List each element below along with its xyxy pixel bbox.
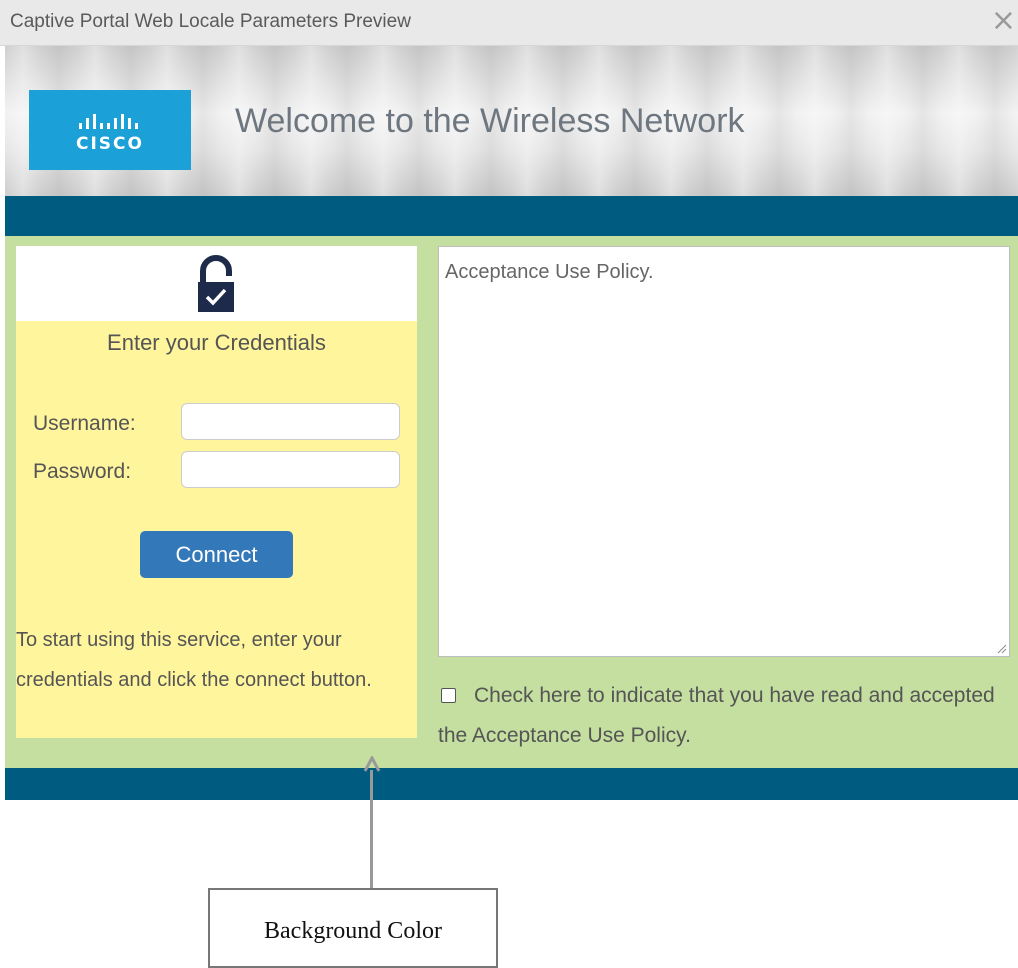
password-label: Password: <box>33 460 132 483</box>
login-panel: Enter your Credentials Username: Passwor… <box>16 246 417 738</box>
accept-policy-row: Check here to indicate that you have rea… <box>438 676 998 756</box>
close-icon[interactable]: × <box>991 6 1016 36</box>
accept-label: Check here to indicate that you have rea… <box>438 684 995 747</box>
welcome-heading: Welcome to the Wireless Network <box>235 102 745 140</box>
window-title: Captive Portal Web Locale Parameters Pre… <box>10 11 411 32</box>
cisco-bars-icon <box>79 114 138 129</box>
annotation-line <box>370 770 373 888</box>
content-area: Enter your Credentials Username: Passwor… <box>5 236 1018 768</box>
policy-textarea[interactable]: Acceptance Use Policy. <box>438 246 1010 657</box>
username-input[interactable] <box>181 403 400 440</box>
cisco-wordmark: CISCO <box>76 134 144 154</box>
top-band <box>5 196 1018 236</box>
password-input[interactable] <box>181 451 400 488</box>
login-instructions: To start using this service, enter your … <box>16 629 372 691</box>
annotation-label: Background Color <box>264 918 442 944</box>
portal-page: CISCO Welcome to the Wireless Network En… <box>5 46 1018 800</box>
credentials-heading: Enter your Credentials <box>107 330 326 355</box>
lock-banner <box>16 246 417 321</box>
bottom-band <box>5 768 1018 800</box>
padlock-check-icon <box>198 255 234 312</box>
annotation-callout: Background Color <box>208 888 498 968</box>
title-bar: Captive Portal Web Locale Parameters Pre… <box>0 0 1018 46</box>
accept-checkbox[interactable] <box>441 688 456 703</box>
connect-button[interactable]: Connect <box>140 531 293 578</box>
portal-header: CISCO Welcome to the Wireless Network <box>5 46 1018 196</box>
username-label: Username: <box>33 412 136 435</box>
resize-grip-icon[interactable] <box>995 642 1007 654</box>
policy-text: Acceptance Use Policy. <box>445 261 654 283</box>
preview-window: Captive Portal Web Locale Parameters Pre… <box>0 0 1018 800</box>
cisco-logo: CISCO <box>29 90 191 170</box>
